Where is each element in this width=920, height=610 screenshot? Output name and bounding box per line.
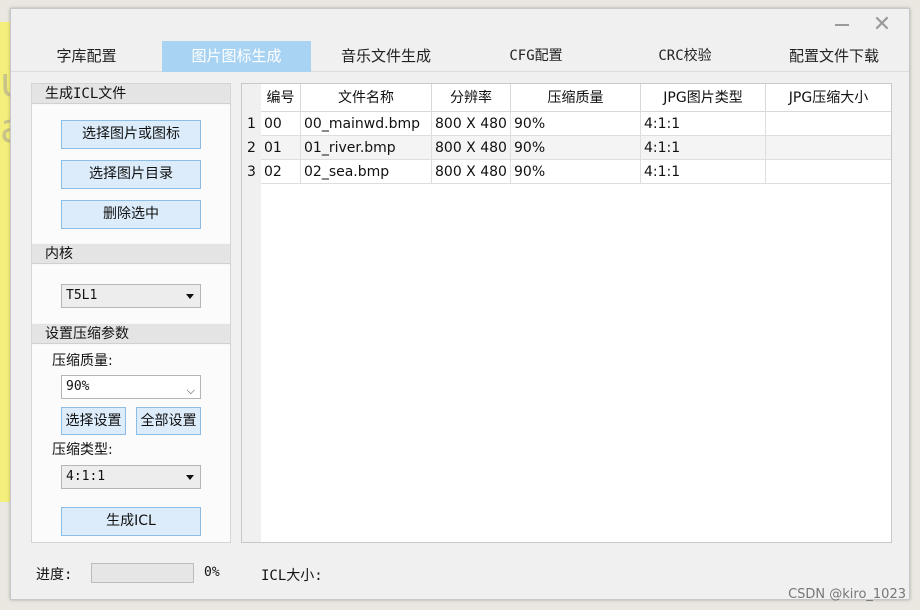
progress-label: 进度: — [36, 567, 73, 583]
progress-bar — [91, 563, 194, 583]
type-select-value: 4:1:1 — [66, 469, 106, 484]
row-number: 1 — [247, 116, 256, 132]
table-cell[interactable]: 800 X 480 — [432, 112, 511, 136]
table-cell[interactable]: 01 — [261, 136, 301, 160]
table-cell[interactable]: 4:1:1 — [641, 136, 766, 160]
table-cell[interactable]: 4:1:1 — [641, 160, 766, 184]
table-cell[interactable] — [766, 136, 891, 160]
select-image-button[interactable]: 选择图片或图标 — [61, 120, 201, 149]
table-cell[interactable]: 800 X 480 — [432, 136, 511, 160]
core-select[interactable]: T5L1 — [61, 284, 201, 308]
table-cell[interactable]: 90% — [511, 136, 641, 160]
table-cell[interactable]: 00 — [261, 112, 301, 136]
table-cell[interactable]: 90% — [511, 112, 641, 136]
table-cell[interactable]: 02_sea.bmp — [301, 160, 432, 184]
chevron-down-icon: ⌵ — [186, 384, 195, 397]
select-set-button[interactable]: 选择设置 — [61, 407, 126, 435]
compress-group-title: 设置压缩参数 — [32, 324, 230, 344]
file-table: 编号 文件名称 分辨率 压缩质量 JPG图片类型 JPG压缩大小 1 00 00… — [241, 83, 892, 543]
table-cell[interactable]: 800 X 480 — [432, 160, 511, 184]
tab-cfg[interactable]: CFG配置 — [461, 41, 611, 72]
type-select[interactable]: 4:1:1 — [61, 465, 201, 489]
table-cell[interactable]: 90% — [511, 160, 641, 184]
icl-size-label: ICL大小: — [261, 568, 323, 584]
column-header-jpg-size[interactable]: JPG压缩大小 — [766, 84, 891, 112]
column-header-filename[interactable]: 文件名称 — [301, 84, 432, 112]
watermark: CSDN @kiro_1023 — [788, 587, 906, 602]
minimize-icon[interactable] — [829, 13, 855, 37]
column-header-jpg-type[interactable]: JPG图片类型 — [641, 84, 766, 112]
compress-group: 压缩质量: 90% ⌵ 选择设置 全部设置 压缩类型: 4:1:1 生成ICL — [32, 345, 230, 542]
left-panel: 生成ICL文件 选择图片或图标 选择图片目录 删除选中 内核 T5L1 设置压缩… — [31, 83, 231, 543]
close-icon[interactable]: ✕ — [869, 13, 895, 37]
table-cell[interactable]: 4:1:1 — [641, 112, 766, 136]
tab-image-icon[interactable]: 图片图标生成 — [162, 41, 311, 72]
main-window: ✕ 字库配置 图片图标生成 音乐文件生成 CFG配置 CRC校验 配置文件下载 … — [10, 8, 910, 600]
column-header-id[interactable]: 编号 — [261, 84, 301, 112]
row-number: 2 — [247, 140, 256, 156]
dropdown-arrow-icon — [186, 475, 194, 480]
table-cell[interactable]: 01_river.bmp — [301, 136, 432, 160]
all-set-button[interactable]: 全部设置 — [136, 407, 201, 435]
quality-label: 压缩质量: — [52, 353, 113, 369]
column-header-resolution[interactable]: 分辨率 — [432, 84, 511, 112]
quality-select-value: 90% — [66, 379, 90, 394]
core-group-title: 内核 — [32, 244, 230, 264]
column-header-quality[interactable]: 压缩质量 — [511, 84, 641, 112]
table-cell[interactable] — [766, 112, 891, 136]
icl-group: 选择图片或图标 选择图片目录 删除选中 — [32, 105, 230, 243]
core-select-value: T5L1 — [66, 288, 98, 303]
core-group: T5L1 — [32, 265, 230, 323]
title-bar: ✕ — [11, 9, 909, 41]
icl-group-title: 生成ICL文件 — [32, 84, 230, 104]
table-cell[interactable]: 00_mainwd.bmp — [301, 112, 432, 136]
table-cell[interactable] — [766, 160, 891, 184]
tab-music[interactable]: 音乐文件生成 — [311, 41, 461, 72]
row-number: 3 — [247, 164, 256, 180]
type-label: 压缩类型: — [52, 442, 113, 458]
dropdown-arrow-icon — [186, 294, 194, 299]
tab-download[interactable]: 配置文件下载 — [759, 41, 909, 72]
table-cell[interactable]: 02 — [261, 160, 301, 184]
generate-icl-button[interactable]: 生成ICL — [61, 507, 201, 536]
tab-bar: 字库配置 图片图标生成 音乐文件生成 CFG配置 CRC校验 配置文件下载 — [11, 41, 909, 72]
tab-crc[interactable]: CRC校验 — [611, 41, 759, 72]
select-dir-button[interactable]: 选择图片目录 — [61, 160, 201, 189]
progress-value: 0% — [204, 565, 220, 580]
tab-font-config[interactable]: 字库配置 — [11, 41, 162, 72]
quality-select[interactable]: 90% ⌵ — [61, 375, 201, 399]
delete-selected-button[interactable]: 删除选中 — [61, 200, 201, 229]
